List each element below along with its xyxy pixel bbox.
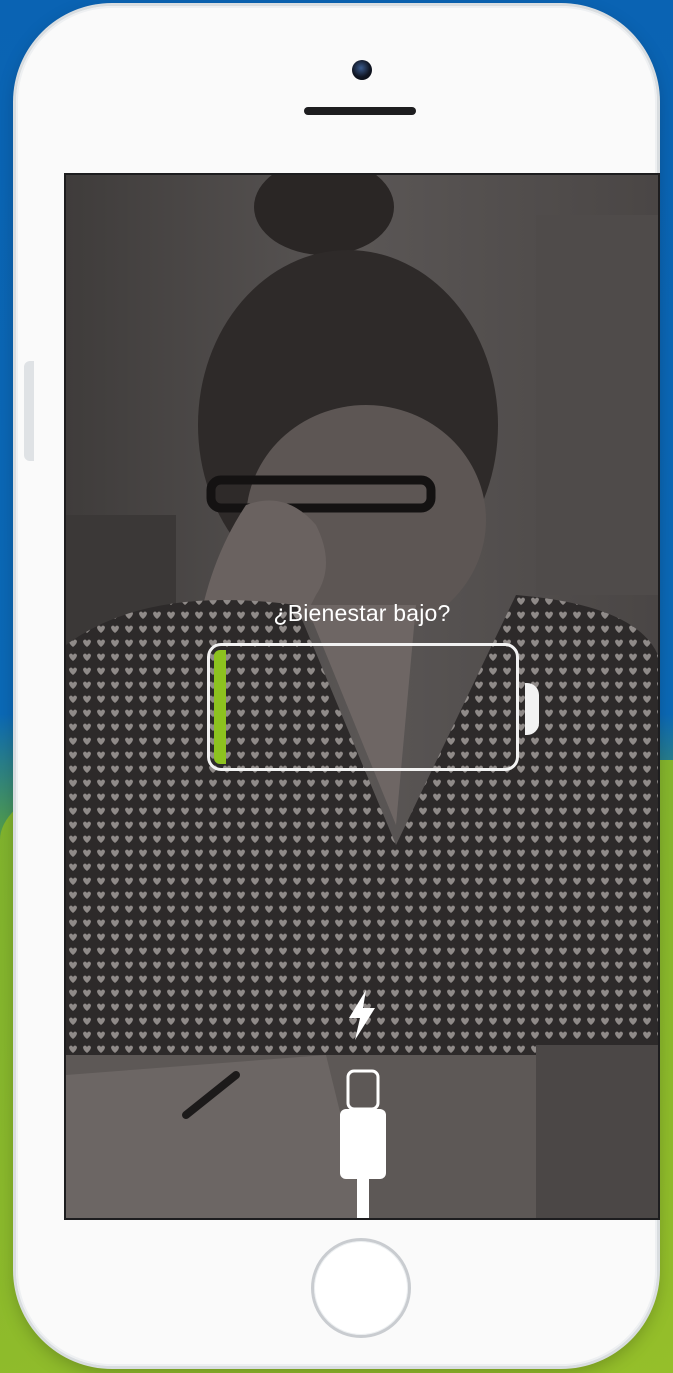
battery-terminal bbox=[525, 683, 539, 735]
lightning-cable-icon bbox=[340, 1069, 386, 1218]
battery-indicator bbox=[207, 643, 519, 771]
camera-icon bbox=[352, 60, 372, 80]
phone-side-button bbox=[24, 361, 34, 461]
lightning-bolt-icon bbox=[349, 990, 375, 1040]
phone-frame: ¿Bienestar bajo? bbox=[16, 6, 660, 1366]
low-wellbeing-message: ¿Bienestar bajo? bbox=[273, 600, 451, 626]
battery-level-fill bbox=[214, 650, 226, 764]
phone-screen: ¿Bienestar bajo? bbox=[64, 173, 660, 1220]
home-button-icon[interactable] bbox=[311, 1238, 411, 1338]
speaker-grille-icon bbox=[304, 107, 416, 115]
